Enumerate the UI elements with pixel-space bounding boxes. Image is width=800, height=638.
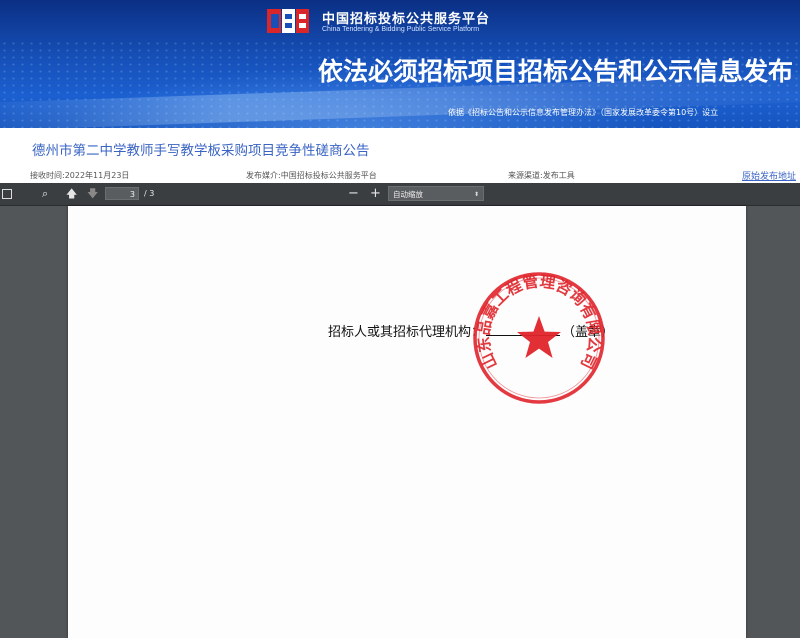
seal-star-icon (517, 316, 561, 358)
sidebar-toggle-icon[interactable] (2, 189, 12, 199)
site-subtitle: China Tendering & Bidding Public Service… (322, 26, 480, 33)
pdf-page: 招标人或其招标代理机构： （盖章） 山东品嘉工程管理咨询有限公司 (68, 206, 746, 638)
page-number-input[interactable]: 3 (105, 187, 139, 200)
zoom-in-icon[interactable]: + (370, 183, 381, 205)
zoom-select[interactable]: 自动缩放 ⬍ (388, 186, 484, 201)
platform-logo-icon[interactable] (266, 6, 310, 36)
page-total: / 3 (144, 189, 155, 198)
pdf-toolbar: ⌕ 🡅 🡇 3 / 3 − + 自动缩放 ⬍ (0, 183, 800, 206)
zoom-select-label: 自动缩放 (393, 190, 423, 199)
original-link[interactable]: 原始发布地址 (742, 169, 796, 182)
source-channel: 来源渠道:发布工具 (508, 171, 575, 180)
signature-line-prefix: 招标人或其招标代理机构： (328, 325, 485, 340)
zoom-out-icon[interactable]: − (348, 183, 359, 205)
header-banner: 中国招标投标公共服务平台 China Tendering & Bidding P… (0, 0, 800, 128)
arrow-up-icon[interactable]: 🡅 (66, 183, 77, 205)
search-icon[interactable]: ⌕ (42, 183, 48, 205)
pdf-viewer: ⌕ 🡅 🡇 3 / 3 − + 自动缩放 ⬍ 招标人或其招标代理机构： （盖章） … (0, 183, 800, 638)
arrow-down-icon[interactable]: 🡇 (87, 183, 98, 205)
receive-time: 接收时间:2022年11月23日 (30, 171, 130, 180)
banner-headline: 依法必须招标项目招标公告和公示信息发布 (318, 57, 794, 86)
notice-title: 德州市第二中学教师手写教学板采购项目竞争性磋商公告 (32, 143, 370, 159)
chevron-updown-icon: ⬍ (473, 191, 479, 198)
publish-media: 发布媒介:中国招标投标公共服务平台 (246, 171, 377, 180)
site-title[interactable]: 中国招标投标公共服务平台 (322, 8, 490, 27)
company-seal-stamp: 山东品嘉工程管理咨询有限公司 (473, 271, 605, 404)
banner-legal-note: 依据《招标公告和公示信息发布管理办法》（国家发展改革委令第10号）设立 (448, 108, 719, 117)
